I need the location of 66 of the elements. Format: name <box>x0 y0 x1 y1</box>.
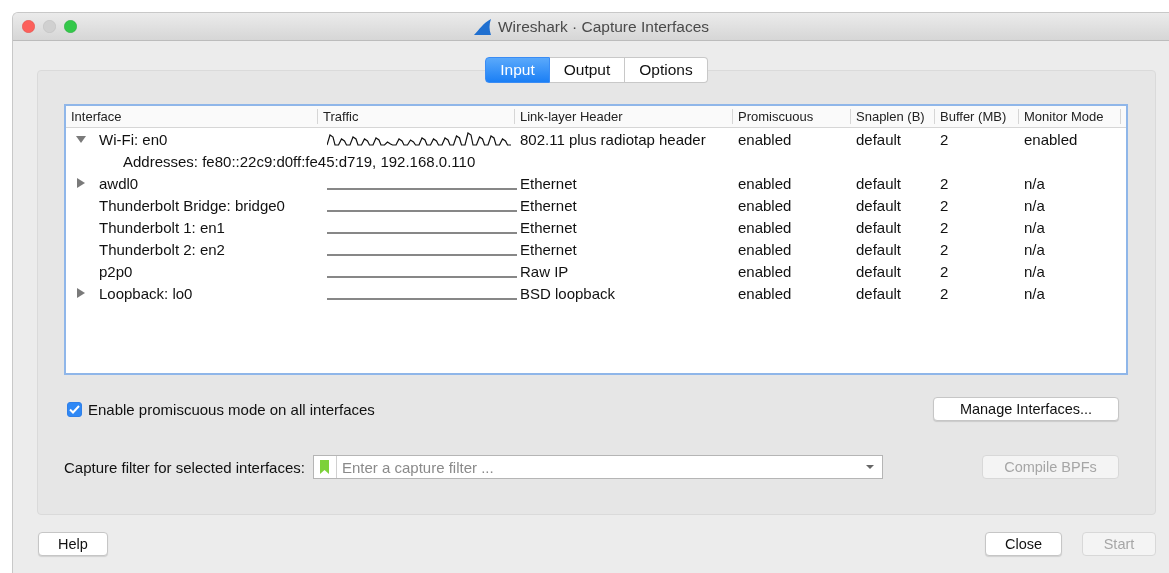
tab[interactable]: Options <box>625 57 708 83</box>
link-layer-header: Ethernet <box>520 240 577 258</box>
monitor-mode-value: n/a <box>1024 174 1045 192</box>
buffer-value: 2 <box>940 240 949 258</box>
shark-fin-icon <box>472 17 493 36</box>
column-header[interactable]: Monitor Mode <box>1019 109 1121 124</box>
promiscuous-value: enabled <box>738 262 792 280</box>
buffer-value: 2 <box>940 284 949 302</box>
buffer-value: 2 <box>940 262 949 280</box>
buffer-value: 2 <box>940 130 949 148</box>
column-header[interactable]: Traffic <box>318 109 515 124</box>
promiscuous-value: enabled <box>738 240 792 258</box>
close-window-icon[interactable] <box>22 20 35 33</box>
column-header[interactable]: Link-layer Header <box>515 109 733 124</box>
manage-interfaces-button[interactable]: Manage Interfaces... <box>933 397 1119 421</box>
promiscuous-value: enabled <box>738 284 792 302</box>
interface-name: p2p0 <box>99 262 133 280</box>
link-layer-header: Ethernet <box>520 218 577 236</box>
monitor-mode-value: enabled <box>1024 130 1078 148</box>
link-layer-header: Raw IP <box>520 262 569 280</box>
snaplen-value: default <box>856 262 902 280</box>
close-button[interactable]: Close <box>985 532 1062 556</box>
link-layer-header: BSD loopback <box>520 284 616 302</box>
promiscuous-value: enabled <box>738 174 792 192</box>
interface-name: Thunderbolt 2: en2 <box>99 240 225 258</box>
interface-name: Thunderbolt 1: en1 <box>99 218 225 236</box>
buffer-value: 2 <box>940 174 949 192</box>
interface-name: Loopback: lo0 <box>99 284 193 302</box>
collapsed-icon[interactable] <box>76 288 86 298</box>
snaplen-value: default <box>856 240 902 258</box>
help-button[interactable]: Help <box>38 532 108 556</box>
interface-name: Wi-Fi: en0 <box>99 130 168 148</box>
snaplen-value: default <box>856 130 902 148</box>
snaplen-value: default <box>856 284 902 302</box>
promiscuous-value: enabled <box>738 130 792 148</box>
link-layer-header: Ethernet <box>520 174 577 192</box>
collapsed-icon[interactable] <box>76 178 86 188</box>
tab[interactable]: Output <box>549 57 626 83</box>
snaplen-value: default <box>856 196 902 214</box>
monitor-mode-value: n/a <box>1024 240 1045 258</box>
column-header[interactable]: Promiscuous <box>733 109 851 124</box>
monitor-mode-value: n/a <box>1024 218 1045 236</box>
capture-filter-field[interactable]: Enter a capture filter ... <box>336 457 863 477</box>
column-header[interactable]: Snaplen (B) <box>851 109 935 124</box>
promiscuous-value: enabled <box>738 218 792 236</box>
checkbox[interactable] <box>67 401 82 417</box>
link-layer-header: 802.11 plus radiotap header <box>520 130 706 148</box>
capture-filter-box[interactable]: Enter a capture filter ... <box>312 455 883 479</box>
checkbox-label: Enable promiscuous mode on all interfaces <box>88 400 375 418</box>
window-title: Wireshark · Capture Interfaces <box>497 17 709 36</box>
buffer-value: 2 <box>940 218 949 236</box>
interface-name: Thunderbolt Bridge: bridge0 <box>99 196 285 214</box>
snaplen-value: default <box>856 218 902 236</box>
interface-name: awdl0 <box>99 174 139 192</box>
expanded-icon[interactable] <box>76 134 86 144</box>
addresses-text: Addresses: fe80::22c9:d0ff:fe45:d719, 192.168.0.110 <box>123 152 476 170</box>
snaplen-value: default <box>856 174 902 192</box>
column-header[interactable]: Interface <box>66 109 318 124</box>
link-layer-header: Ethernet <box>520 196 577 214</box>
capture-filter-label: Capture filter for selected interfaces: <box>64 458 305 476</box>
buffer-value: 2 <box>940 196 949 214</box>
monitor-mode-value: n/a <box>1024 262 1045 280</box>
monitor-mode-value: n/a <box>1024 196 1045 214</box>
monitor-mode-value: n/a <box>1024 284 1045 302</box>
promiscuous-value: enabled <box>738 196 792 214</box>
column-header[interactable]: Buffer (MB) <box>935 109 1019 124</box>
